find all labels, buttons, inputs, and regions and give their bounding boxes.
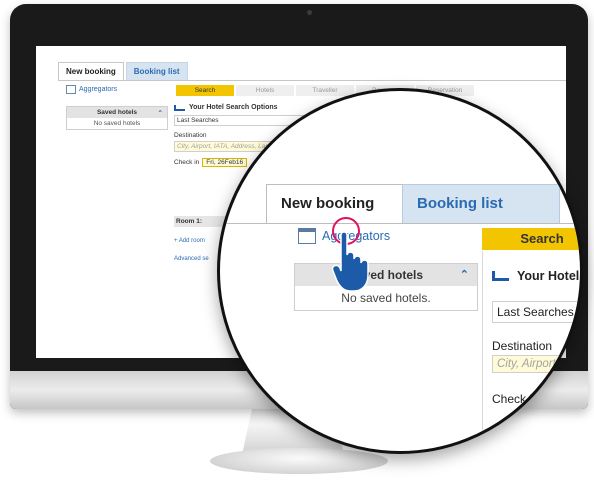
saved-hotels-empty-zoomed: No saved hotels. <box>341 291 431 305</box>
magnified-view: New booking Booking list Aggregators Sea… <box>220 91 580 451</box>
pointer-hand-icon <box>332 231 369 292</box>
chevron-up-icon[interactable]: ⌃ <box>158 109 163 117</box>
tab-booking-list[interactable]: Booking list <box>125 62 188 81</box>
search-options-title-zoomed: Your Hotel S <box>492 269 580 283</box>
tab-bar: New booking Booking list <box>58 62 188 81</box>
camera-icon <box>307 10 312 15</box>
magnifier: New booking Booking list Aggregators Sea… <box>217 88 583 454</box>
checkin-row-zoomed: Check in Fri <box>492 390 567 408</box>
tab-divider <box>58 80 566 81</box>
saved-hotels-header[interactable]: Saved hotels ⌃ <box>67 107 167 118</box>
saved-hotels-empty: No saved hotels <box>93 120 141 127</box>
checkin-label-zoomed: Check in <box>492 392 539 406</box>
destination-input-zoomed[interactable]: City, Airport, IAT <box>492 355 580 373</box>
bed-icon <box>492 271 509 281</box>
tab-divider-zoomed <box>220 223 580 224</box>
tab-booking-list-zoomed[interactable]: Booking list <box>402 184 560 223</box>
advanced-search-link[interactable]: Advanced se <box>174 256 209 262</box>
tab-new-booking-zoomed[interactable]: New booking <box>266 184 406 223</box>
destination-label-zoomed: Destination <box>492 339 553 353</box>
last-searches-select-zoomed[interactable]: Last Searches <box>492 301 580 323</box>
saved-hotels-title: Saved hotels <box>96 109 138 116</box>
chevron-up-icon[interactable]: ⌃ <box>460 268 469 281</box>
saved-hotels-header-zoomed[interactable]: Saved hotels ⌃ <box>295 264 477 286</box>
calendar-icon <box>66 85 76 94</box>
checkin-label: Check in <box>174 159 200 166</box>
tab-new-booking[interactable]: New booking <box>58 62 124 81</box>
step-search-zoomed: Search <box>482 228 580 250</box>
saved-hotels-panel-zoomed: Saved hotels ⌃ No saved hotels. <box>294 263 478 311</box>
aggregators-label: Aggregators <box>79 86 118 93</box>
monitor-stand-base <box>210 448 388 474</box>
aggregators-link[interactable]: Aggregators <box>66 85 117 94</box>
search-options-title-text-zoomed: Your Hotel S <box>517 269 580 283</box>
calendar-icon <box>298 228 316 244</box>
checkin-date-input-zoomed[interactable]: Fri <box>542 390 567 408</box>
add-room-link[interactable]: + Add room <box>174 238 205 244</box>
bed-icon <box>174 104 185 111</box>
saved-hotels-panel: Saved hotels ⌃ No saved hotels <box>66 106 168 130</box>
panel-divider <box>482 251 483 451</box>
